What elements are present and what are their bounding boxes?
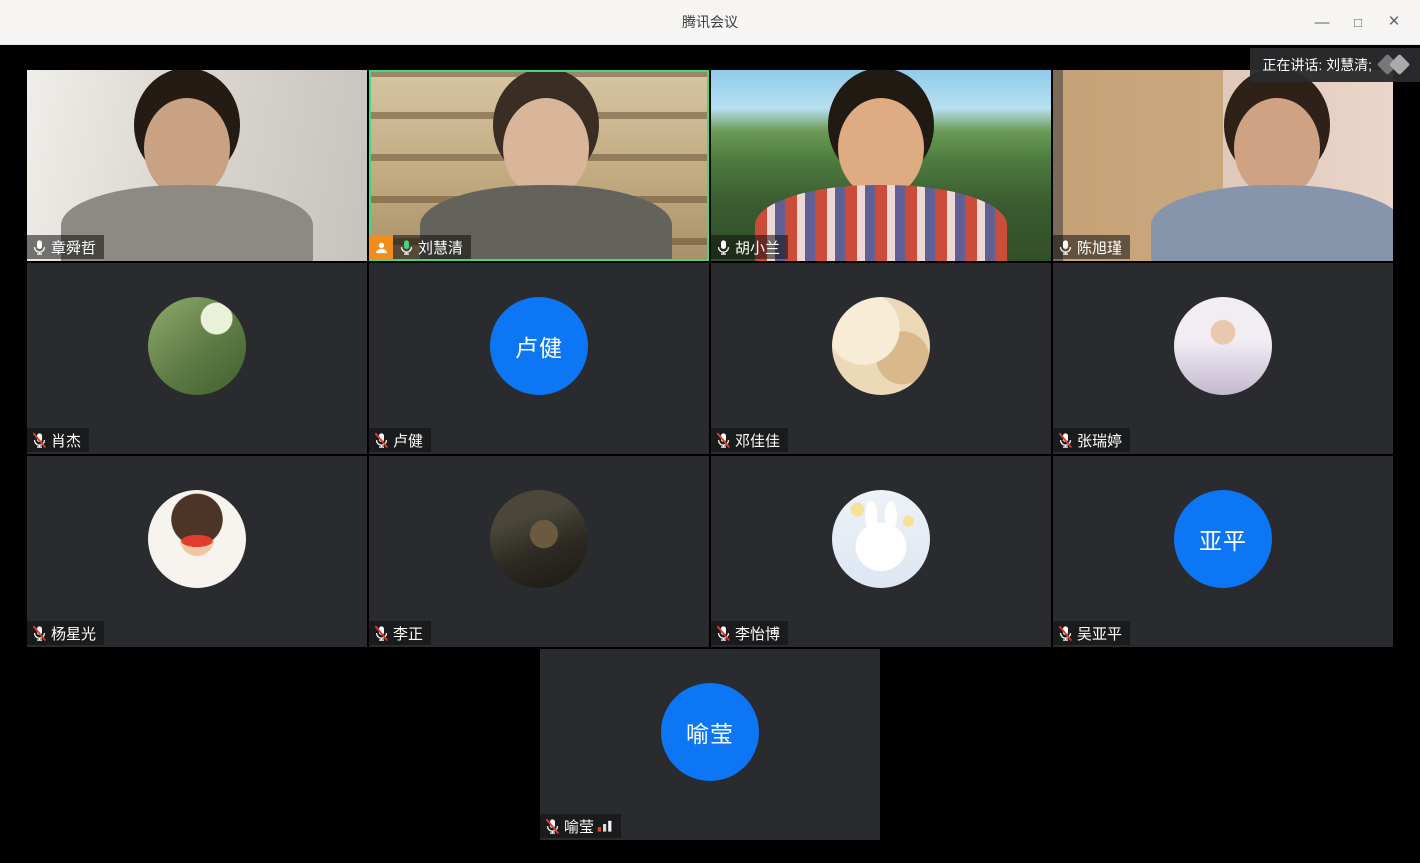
avatar-photo-bunny — [832, 490, 930, 588]
participant-name: 喻莹 — [564, 816, 594, 837]
participant-name-tag: 张瑞婷 — [1053, 428, 1130, 452]
participant-name-tag: 刘慧清 — [369, 235, 471, 259]
mic-muted-icon — [373, 432, 390, 449]
person-silhouette — [1053, 70, 1393, 261]
avatar-photo-portrait — [1174, 297, 1272, 395]
participant-name: 邓佳佳 — [735, 430, 780, 451]
participant-name: 卢健 — [393, 430, 423, 451]
titlebar: 腾讯会议 — □ × — [0, 0, 1420, 45]
participant-grid: 章舜哲刘慧清胡小兰陈旭瑾肖杰卢健卢健邓佳佳张瑞婷杨星光李正李怡博亚平吴亚平喻莹喻… — [0, 70, 1420, 840]
participant-name-tag: 陈旭瑾 — [1053, 235, 1130, 259]
participant-name-tag: 肖杰 — [27, 428, 89, 452]
participant-tile[interactable]: 卢健卢健 — [369, 263, 709, 454]
network-signal-icon — [597, 819, 613, 833]
participant-name-tag: 李正 — [369, 621, 431, 645]
participant-name: 吴亚平 — [1077, 623, 1122, 644]
meeting-stage: 正在讲话: 刘慧清; 章舜哲刘慧清胡小兰陈旭瑾肖杰卢健卢健邓佳佳张瑞婷杨星光李正… — [0, 45, 1420, 863]
participant-name-tag: 胡小兰 — [711, 235, 788, 259]
avatar-initials: 卢健 — [490, 297, 588, 395]
video-feed — [369, 70, 709, 261]
face-shape — [838, 98, 924, 198]
window-controls: — □ × — [1304, 0, 1412, 44]
participant-name: 章舜哲 — [51, 237, 96, 258]
mic-muted-icon — [544, 818, 561, 835]
participant-tile[interactable]: 李正 — [369, 456, 709, 647]
participant-tile[interactable]: 胡小兰 — [711, 70, 1051, 261]
participant-name: 肖杰 — [51, 430, 81, 451]
participant-name-tag: 吴亚平 — [1053, 621, 1130, 645]
mic-muted-icon — [1057, 432, 1074, 449]
window-title: 腾讯会议 — [682, 12, 738, 32]
participant-tile[interactable]: 肖杰 — [27, 263, 367, 454]
avatar-photo-plush — [832, 297, 930, 395]
participant-tile[interactable]: 章舜哲 — [27, 70, 367, 261]
participant-name: 李怡博 — [735, 623, 780, 644]
participant-name-tag: 李怡博 — [711, 621, 788, 645]
speaking-banner: 正在讲话: 刘慧清; — [1250, 48, 1420, 82]
host-icon — [369, 235, 393, 259]
participant-name: 张瑞婷 — [1077, 430, 1122, 451]
participant-tile[interactable]: 亚平吴亚平 — [1053, 456, 1393, 647]
participant-name: 杨星光 — [51, 623, 96, 644]
person-silhouette — [711, 70, 1051, 261]
avatar-photo-darkroom — [490, 490, 588, 588]
torso-shape — [1151, 185, 1393, 261]
participant-name: 刘慧清 — [418, 237, 463, 258]
participant-name-tag: 章舜哲 — [27, 235, 104, 259]
participant-tile[interactable]: 杨星光 — [27, 456, 367, 647]
participant-tile[interactable]: 陈旭瑾 — [1053, 70, 1393, 261]
face-shape — [1234, 98, 1320, 198]
speaking-banner-label: 正在讲话: 刘慧清; — [1262, 55, 1372, 75]
grid-row: 杨星光 李正 李怡博 亚平吴亚平 — [27, 456, 1393, 647]
participant-tile[interactable]: 刘慧清 — [369, 70, 709, 261]
mic-icon — [398, 239, 415, 256]
video-feed — [1053, 70, 1393, 261]
grid-row: 肖杰卢健卢健邓佳佳张瑞婷 — [27, 263, 1393, 454]
face-shape — [144, 98, 230, 198]
person-silhouette — [369, 70, 709, 261]
avatar-initials: 亚平 — [1174, 490, 1272, 588]
grid-row: 喻莹喻莹 — [540, 649, 880, 840]
avatar-photo-cartoongirl — [148, 490, 246, 588]
close-button[interactable]: × — [1376, 0, 1412, 44]
minimize-button[interactable]: — — [1304, 0, 1340, 44]
participant-name: 李正 — [393, 623, 423, 644]
participant-tile[interactable]: 李怡博 — [711, 456, 1051, 647]
maximize-button[interactable]: □ — [1340, 0, 1376, 44]
mic-icon — [1057, 239, 1074, 256]
participant-tile[interactable]: 张瑞婷 — [1053, 263, 1393, 454]
face-shape — [503, 98, 589, 198]
avatar-initials: 喻莹 — [661, 683, 759, 781]
mic-muted-icon — [31, 432, 48, 449]
mic-muted-icon — [715, 625, 732, 642]
mic-icon — [31, 239, 48, 256]
mic-muted-icon — [373, 625, 390, 642]
grid-row: 章舜哲 刘慧清 胡小兰 陈旭瑾 — [27, 70, 1393, 261]
mic-icon — [715, 239, 732, 256]
person-silhouette — [27, 70, 367, 261]
participant-name: 陈旭瑾 — [1077, 237, 1122, 258]
mic-muted-icon — [31, 625, 48, 642]
torso-shape — [755, 185, 1007, 261]
participant-tile[interactable]: 邓佳佳 — [711, 263, 1051, 454]
participant-name-tag: 邓佳佳 — [711, 428, 788, 452]
video-feed — [711, 70, 1051, 261]
mic-muted-icon — [1057, 625, 1074, 642]
participant-name: 胡小兰 — [735, 237, 780, 258]
tencent-meeting-logo-icon — [1378, 52, 1414, 78]
participant-name-tag: 卢健 — [369, 428, 431, 452]
avatar-photo-trees — [148, 297, 246, 395]
participant-name-tag: 杨星光 — [27, 621, 104, 645]
participant-name-tag: 喻莹 — [540, 814, 621, 838]
mic-muted-icon — [715, 432, 732, 449]
participant-tile[interactable]: 喻莹喻莹 — [540, 649, 880, 840]
video-feed — [27, 70, 367, 261]
